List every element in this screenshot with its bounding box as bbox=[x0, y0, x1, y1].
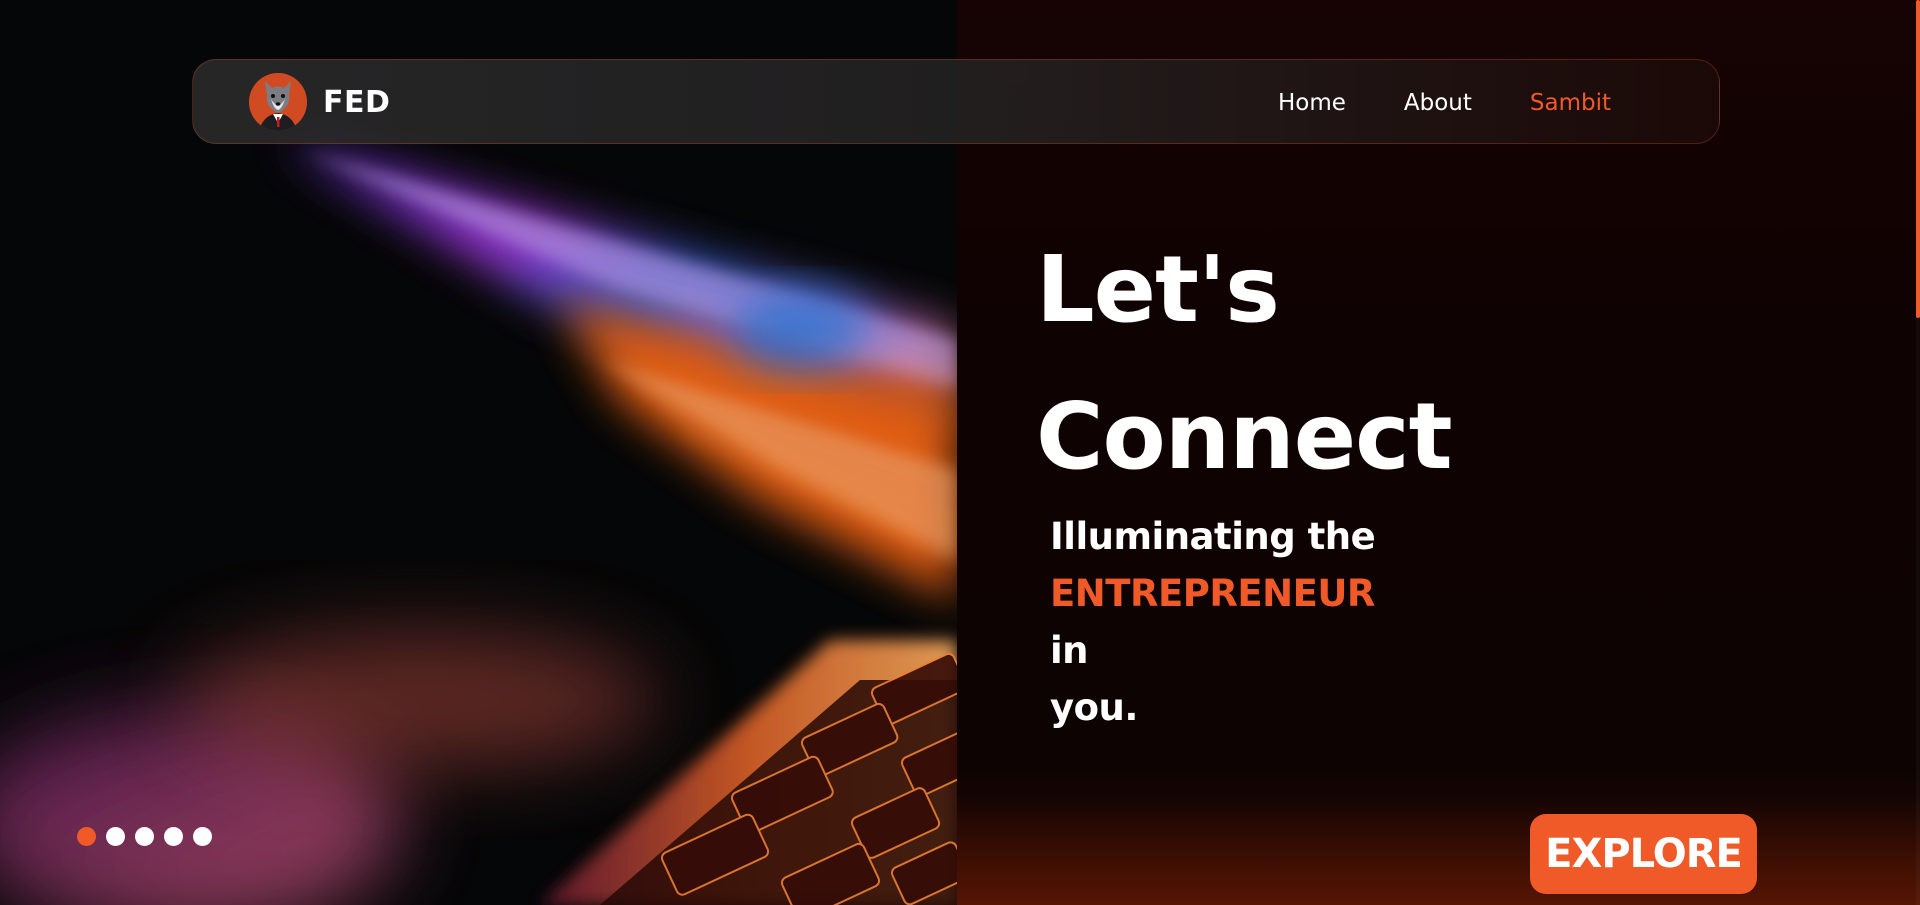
brand[interactable]: FED bbox=[249, 72, 390, 132]
tagline-end: you. bbox=[1050, 686, 1138, 729]
carousel-dot-1[interactable] bbox=[77, 827, 96, 846]
nav-item-sambit[interactable]: Sambit bbox=[1530, 90, 1611, 116]
tagline-suffix: in bbox=[1050, 629, 1089, 672]
scrollbar-thumb[interactable] bbox=[1916, 0, 1920, 318]
nav-links: Home About Sambit bbox=[1220, 60, 1611, 145]
wolf-mascot-icon[interactable] bbox=[249, 73, 307, 131]
tagline-accent: ENTREPRENEUR bbox=[1050, 572, 1375, 615]
tagline: Illuminating the ENTREPRENEUR in you. bbox=[1050, 508, 1410, 736]
landing-page: FED Home About Sambit Let's Connect Illu… bbox=[0, 0, 1920, 905]
scrollbar-track[interactable] bbox=[1916, 0, 1920, 905]
navbar: FED Home About Sambit bbox=[192, 59, 1720, 144]
carousel-dot-2[interactable] bbox=[106, 827, 125, 846]
carousel-dot-5[interactable] bbox=[193, 827, 212, 846]
nav-item-home[interactable]: Home bbox=[1278, 90, 1346, 116]
carousel-dot-3[interactable] bbox=[135, 827, 154, 846]
nav-item-about[interactable]: About bbox=[1404, 90, 1472, 116]
headline-line-2: Connect bbox=[1036, 383, 1453, 490]
explore-button[interactable]: EXPLORE bbox=[1530, 814, 1757, 894]
tagline-prefix: Illuminating the bbox=[1050, 515, 1376, 558]
carousel-dots bbox=[77, 827, 212, 846]
brand-name[interactable]: FED bbox=[323, 85, 390, 120]
carousel-dot-4[interactable] bbox=[164, 827, 183, 846]
headline-line-1: Let's bbox=[1036, 236, 1280, 343]
